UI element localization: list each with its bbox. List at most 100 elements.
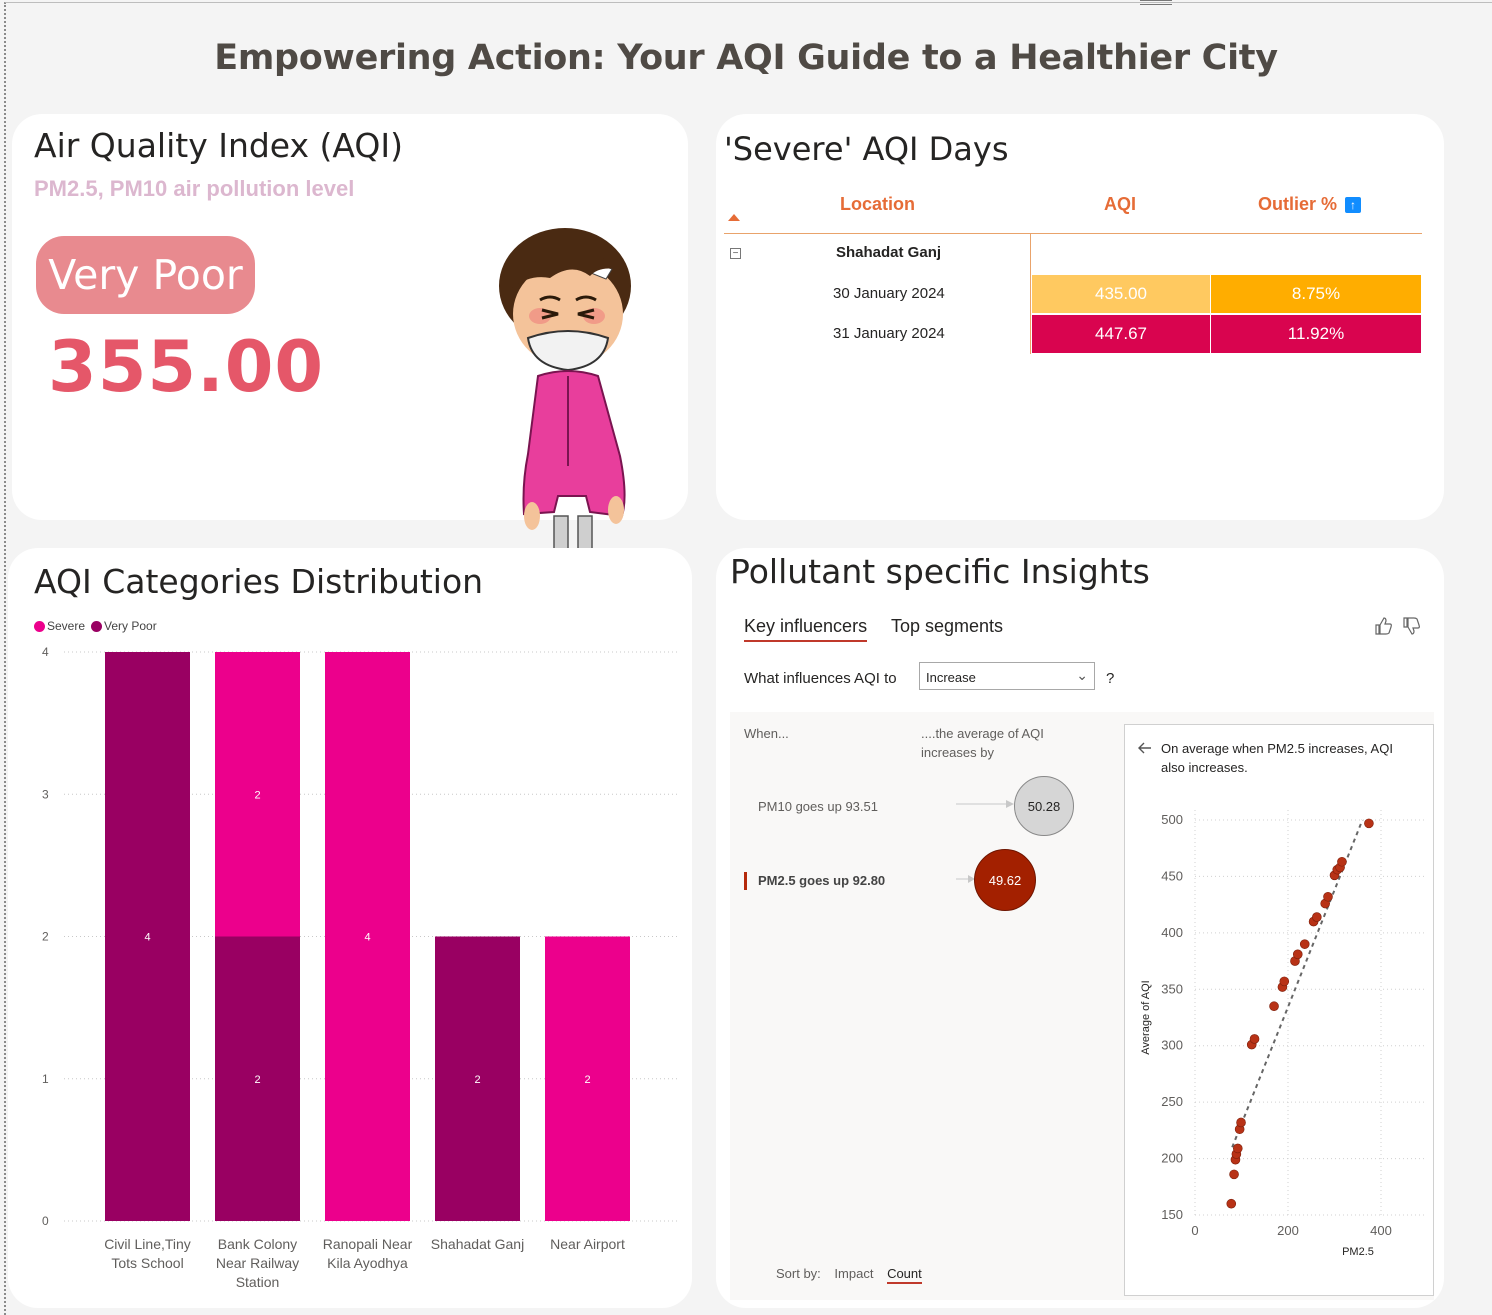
y-tick-label: 500 — [1161, 812, 1183, 827]
aqi-card-subtitle: PM2.5, PM10 air pollution level — [34, 176, 355, 201]
thumbs-up-icon[interactable] — [1374, 616, 1394, 641]
arrow-right-icon — [956, 800, 1014, 808]
x-category-label: Tots School — [111, 1255, 183, 1271]
y-tick-label: 250 — [1161, 1094, 1183, 1109]
y-tick-label: 300 — [1161, 1038, 1183, 1053]
header-divider — [724, 233, 1422, 234]
x-category-label: Civil Line,Tiny — [104, 1236, 191, 1252]
arrow-right-icon — [956, 875, 975, 883]
insights-card: Pollutant specific Insights Key influenc… — [716, 548, 1444, 1308]
scatter-panel: On average when PM2.5 increases, AQI als… — [1124, 724, 1434, 1296]
influencer-value-bubble[interactable]: 50.28 — [1014, 776, 1074, 836]
y-tick-label: 4 — [42, 645, 49, 659]
scatter-point — [1229, 1169, 1239, 1180]
y-tick-label: 1 — [42, 1072, 49, 1086]
y-tick-label: 400 — [1161, 925, 1183, 940]
influence-direction-dropdown[interactable]: Increase ⌄ — [919, 662, 1095, 690]
chevron-down-icon: ⌄ — [1076, 667, 1088, 683]
x-category-label: Near Railway — [216, 1255, 299, 1271]
x-tick-label: 400 — [1370, 1223, 1392, 1238]
scatter-point — [1279, 976, 1290, 987]
bar-data-label: 2 — [584, 1074, 590, 1086]
scatter-point — [1226, 1198, 1237, 1209]
row-date: 30 January 2024 — [833, 285, 945, 302]
bar-data-label: 4 — [144, 932, 150, 944]
average-label-line1: ....the average of AQI — [921, 726, 1044, 741]
x-category-label: Ranopali Near — [323, 1236, 413, 1252]
aqi-column-header[interactable]: AQI — [1104, 194, 1136, 215]
bar-data-label: 2 — [474, 1074, 480, 1086]
aqi-card: Air Quality Index (AQI) PM2.5, PM10 air … — [12, 114, 688, 606]
aqi-value: 355.00 — [48, 326, 325, 408]
scatter-point — [1323, 891, 1333, 902]
resize-handle-icon[interactable] — [1140, 0, 1172, 5]
x-tick-label: 200 — [1277, 1223, 1299, 1238]
sort-ascending-icon[interactable] — [728, 214, 740, 221]
y-tick-label: 150 — [1161, 1207, 1183, 1222]
scatter-point — [1312, 912, 1322, 922]
y-tick-label: 350 — [1161, 981, 1183, 996]
scatter-point — [1364, 818, 1374, 829]
scatter-point — [1249, 1034, 1260, 1044]
outlier-cell: 8.75% — [1211, 275, 1421, 313]
y-tick-label: 200 — [1161, 1151, 1183, 1166]
outlier-cell: 11.92% — [1211, 315, 1421, 353]
influencer-value-bubble[interactable]: 49.62 — [974, 849, 1036, 911]
scatter-point — [1299, 939, 1310, 949]
x-category-label: Near Airport — [550, 1236, 625, 1252]
collapse-icon[interactable]: − — [730, 248, 741, 259]
selected-indicator — [744, 872, 747, 890]
insights-title: Pollutant specific Insights — [730, 552, 1150, 591]
x-category-label: Kila Ayodhya — [327, 1255, 408, 1271]
outlier-column-header[interactable]: Outlier % ↑ — [1258, 194, 1362, 215]
x-category-label: Station — [236, 1274, 280, 1290]
y-tick-label: 0 — [42, 1214, 49, 1228]
bar-data-label: 2 — [254, 1074, 260, 1086]
dropdown-value: Increase — [926, 670, 976, 685]
severe-days-title: 'Severe' AQI Days — [724, 130, 1009, 168]
location-column-header[interactable]: Location — [840, 194, 915, 215]
column-divider — [1030, 234, 1031, 354]
pm25-aqi-scatter-chart: 500 450 400 350 300 250 200 150 0 200 400 PM2.5 Aver… — [1140, 810, 1425, 1258]
outlier-header-label: Outlier % — [1258, 194, 1338, 214]
scatter-point — [1292, 949, 1303, 960]
thumbs-down-icon[interactable] — [1402, 616, 1422, 641]
aqi-category-badge: Very Poor — [36, 236, 255, 314]
tab-top-segments[interactable]: Top segments — [891, 616, 1003, 637]
average-label-line2: increases by — [921, 745, 994, 760]
distribution-card: AQI Categories Distribution Severe Very … — [8, 548, 692, 1308]
influence-question-label: What influences AQI to — [744, 670, 897, 687]
bar-data-label: 4 — [364, 932, 370, 944]
x-tick-label: 0 — [1191, 1223, 1198, 1238]
scatter-point — [1269, 1001, 1279, 1012]
row-date: 31 January 2024 — [833, 325, 945, 342]
aqi-card-title: Air Quality Index (AQI) — [34, 126, 403, 165]
scatter-point — [1232, 1143, 1243, 1154]
sort-count-option[interactable]: Count — [887, 1266, 922, 1284]
y-axis-title: Average of AQI — [1140, 980, 1152, 1054]
when-label: When... — [744, 726, 789, 741]
sort-up-icon[interactable]: ↑ — [1345, 197, 1362, 213]
group-location-name: Shahadat Ganj — [836, 244, 942, 261]
tab-key-influencers[interactable]: Key influencers — [744, 616, 868, 642]
y-tick-label: 2 — [42, 930, 49, 944]
severe-days-card: 'Severe' AQI Days Location AQI Outlier %… — [716, 114, 1444, 520]
aqi-cell: 435.00 — [1032, 275, 1210, 313]
bar-data-label: 2 — [254, 789, 260, 801]
x-category-label: Bank Colony — [218, 1236, 297, 1252]
question-mark: ? — [1106, 670, 1115, 687]
aqi-cell: 447.67 — [1032, 315, 1210, 353]
stacked-bar-chart: 0 1 2 3 4 4 Civil Line,Tiny Tots School 2 2 Bank C… — [42, 645, 678, 1290]
page-title: Empowering Action: Your AQI Guide to a H… — [214, 38, 1278, 78]
scatter-point — [1236, 1117, 1246, 1128]
scatter-point — [1337, 856, 1347, 867]
influencer-pm25[interactable]: PM2.5 goes up 92.80 — [758, 873, 885, 888]
sort-impact-option[interactable]: Impact — [834, 1266, 873, 1281]
sort-by-label: Sort by: — [776, 1266, 821, 1281]
influencer-pm10[interactable]: PM10 goes up 93.51 — [758, 799, 878, 814]
sort-row: Sort by: Impact Count — [776, 1266, 922, 1284]
x-category-label: Shahadat Ganj — [431, 1236, 524, 1252]
y-tick-label: 450 — [1161, 868, 1183, 883]
key-influencers-panel: When... ....the average of AQI increases… — [730, 712, 1434, 1300]
y-tick-label: 3 — [42, 787, 49, 801]
